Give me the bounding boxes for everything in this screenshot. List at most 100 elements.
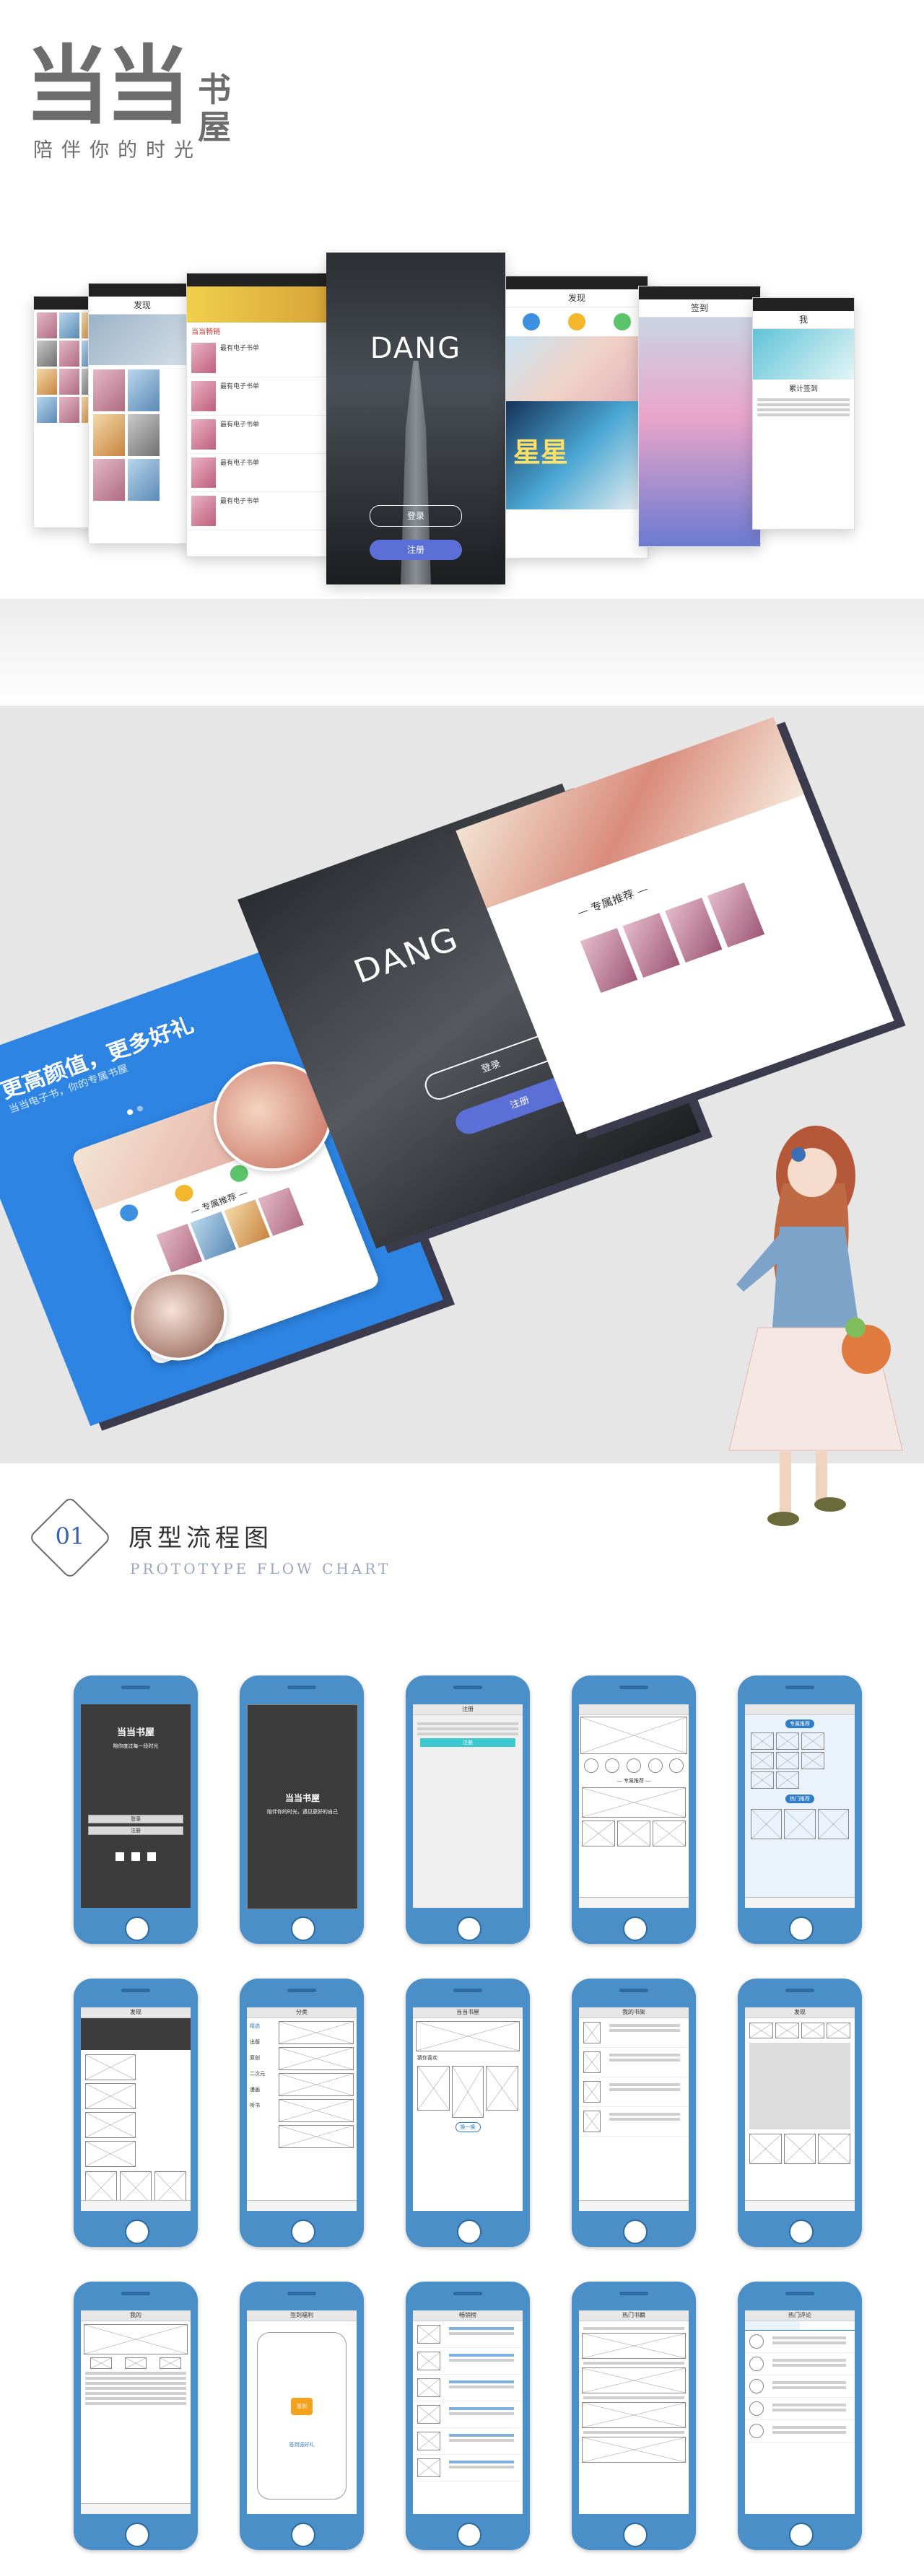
- category-icon[interactable]: [613, 313, 631, 330]
- home-button: [125, 1916, 149, 1941]
- category-icon[interactable]: [669, 1758, 684, 1773]
- girl-illustration: [728, 1126, 903, 1526]
- category-item[interactable]: 听书: [250, 2098, 276, 2113]
- book-cover[interactable]: [93, 459, 125, 501]
- home-button: [623, 2220, 648, 2244]
- book-cover[interactable]: [37, 397, 57, 423]
- wire-phone-home: — 专属推荐 —: [572, 1675, 696, 1944]
- book-cover[interactable]: [37, 312, 57, 338]
- book-cover[interactable]: [128, 459, 160, 501]
- category-icon[interactable]: [648, 1758, 663, 1773]
- wire-phone-register: 注册 注册: [406, 1675, 530, 1944]
- section-number: 01: [55, 1523, 85, 1550]
- home-button: [291, 2220, 315, 2244]
- tab-hot[interactable]: 热门推荐: [785, 1795, 814, 1803]
- wire-phone-charts: 畅销榜: [406, 2282, 530, 2550]
- category-icon[interactable]: [523, 313, 541, 330]
- list-item[interactable]: 最有电子书单: [187, 492, 328, 530]
- screen-sign: 签到: [638, 286, 761, 547]
- category-item[interactable]: 漫画: [250, 2082, 276, 2098]
- book-cover[interactable]: [59, 369, 79, 395]
- category-item[interactable]: 出版: [250, 2034, 276, 2050]
- book-cover[interactable]: [128, 414, 160, 456]
- register-submit-button[interactable]: 注册: [420, 1738, 515, 1747]
- list-item[interactable]: 最有电子书单: [187, 377, 328, 416]
- register-title: 注册: [413, 1704, 523, 1715]
- book-cover[interactable]: [59, 397, 79, 423]
- tab-exclusive[interactable]: 专属推荐: [785, 1719, 814, 1728]
- tab-bar[interactable]: [579, 1897, 689, 1908]
- category-icon[interactable]: [583, 1758, 598, 1773]
- home-banner[interactable]: [456, 717, 805, 908]
- tab-bar[interactable]: [81, 2200, 191, 2211]
- pager-dot[interactable]: [136, 1105, 144, 1113]
- screen-title: 签到: [639, 299, 760, 317]
- logo-main-text: 当当: [25, 36, 191, 136]
- screen-list: 当当畅销 最有电子书单 最有电子书单 最有电子书单 最有电子书单 最有电子书单: [186, 273, 329, 557]
- wire-phone-reviews: 热门评论: [738, 2282, 862, 2550]
- list-item-title: 最有电子书单: [220, 421, 260, 429]
- hot-title: 热门书籍: [579, 2310, 689, 2321]
- home-button: [789, 2220, 814, 2244]
- list-item-title: 最有电子书单: [220, 498, 260, 505]
- book-cover[interactable]: [37, 341, 57, 367]
- wire-phone-splash2: 当当书屋 陪伴你的时光，遇见更好的自己: [240, 1675, 364, 1944]
- category-item[interactable]: 精选: [250, 2018, 276, 2034]
- category-icon[interactable]: [117, 1201, 141, 1224]
- category-icon[interactable]: [626, 1758, 641, 1773]
- refresh-button[interactable]: 换一换: [455, 2122, 481, 2132]
- list-item-title: 最有电子书单: [220, 383, 260, 390]
- book-cover[interactable]: [93, 369, 125, 411]
- screen-find: 发现: [88, 283, 196, 544]
- find-title: 发现: [81, 2007, 191, 2018]
- category-icon[interactable]: [567, 313, 585, 330]
- book-cover[interactable]: [59, 312, 79, 338]
- splash-subtitle: 陪你度过每一段时光: [113, 1743, 159, 1749]
- tab-bar[interactable]: [579, 2200, 689, 2211]
- recommend-heading: — 专属推荐 —: [575, 882, 650, 920]
- status-bar: [639, 286, 760, 299]
- register-button[interactable]: 注册: [370, 540, 462, 560]
- register-button[interactable]: 注册: [88, 1826, 183, 1835]
- my-title: 我的: [81, 2310, 191, 2321]
- tab-bar[interactable]: [745, 2200, 855, 2211]
- screen-title: 发现: [506, 289, 648, 307]
- recommend-heading: — 专属推荐 —: [616, 1778, 651, 1784]
- category-icon[interactable]: [605, 1758, 620, 1773]
- tab-bar[interactable]: [247, 2200, 357, 2211]
- book-cover[interactable]: [93, 414, 125, 456]
- section-title: 原型流程图: [128, 1524, 273, 1553]
- category-item[interactable]: 原创: [250, 2050, 276, 2066]
- banner-image[interactable]: [89, 315, 196, 365]
- social-icon[interactable]: [116, 1852, 124, 1861]
- home-button: [125, 2523, 149, 2547]
- splash2-subtitle: 陪伴你的时光，遇见更好的自己: [267, 1809, 338, 1815]
- wire-phone-hot: 热门书籍: [572, 2282, 696, 2550]
- home-button: [125, 2220, 149, 2244]
- book-cover[interactable]: [37, 369, 57, 395]
- featured-book-cover[interactable]: 星星: [506, 401, 648, 509]
- book-cover[interactable]: [59, 341, 79, 367]
- category-icon[interactable]: [172, 1182, 196, 1204]
- store-tip: 猜你喜欢: [417, 2055, 437, 2061]
- login-brand: DANG: [348, 919, 464, 991]
- book-cover[interactable]: [128, 369, 160, 411]
- wire-phone-find: 发现: [74, 1979, 198, 2247]
- sign-button[interactable]: 签到: [291, 2398, 313, 2415]
- social-icon[interactable]: [147, 1852, 156, 1861]
- list-heading: 当当畅销: [191, 328, 220, 336]
- tab-bar[interactable]: [745, 1897, 855, 1908]
- wire-phone-sign: 签到福利 签到 签到送好礼: [240, 2282, 364, 2550]
- tab-bar[interactable]: [81, 2503, 191, 2514]
- list-item[interactable]: 最有电子书单: [187, 454, 328, 492]
- list-item[interactable]: 最有电子书单: [187, 339, 328, 377]
- login-button[interactable]: 登录: [370, 505, 462, 527]
- login-button[interactable]: 登录: [88, 1815, 183, 1823]
- banner-image[interactable]: [506, 336, 648, 401]
- category-item[interactable]: 二次元: [250, 2066, 276, 2082]
- screen-title: 我: [753, 311, 854, 329]
- social-icon[interactable]: [131, 1852, 140, 1861]
- pager-dot[interactable]: [126, 1108, 134, 1116]
- screens-fan: 发现 当当畅销 最有电子书单 最有电子书单 最有电子书单 最有电子书单 最有电子…: [0, 238, 924, 707]
- list-item[interactable]: 最有电子书单: [187, 416, 328, 454]
